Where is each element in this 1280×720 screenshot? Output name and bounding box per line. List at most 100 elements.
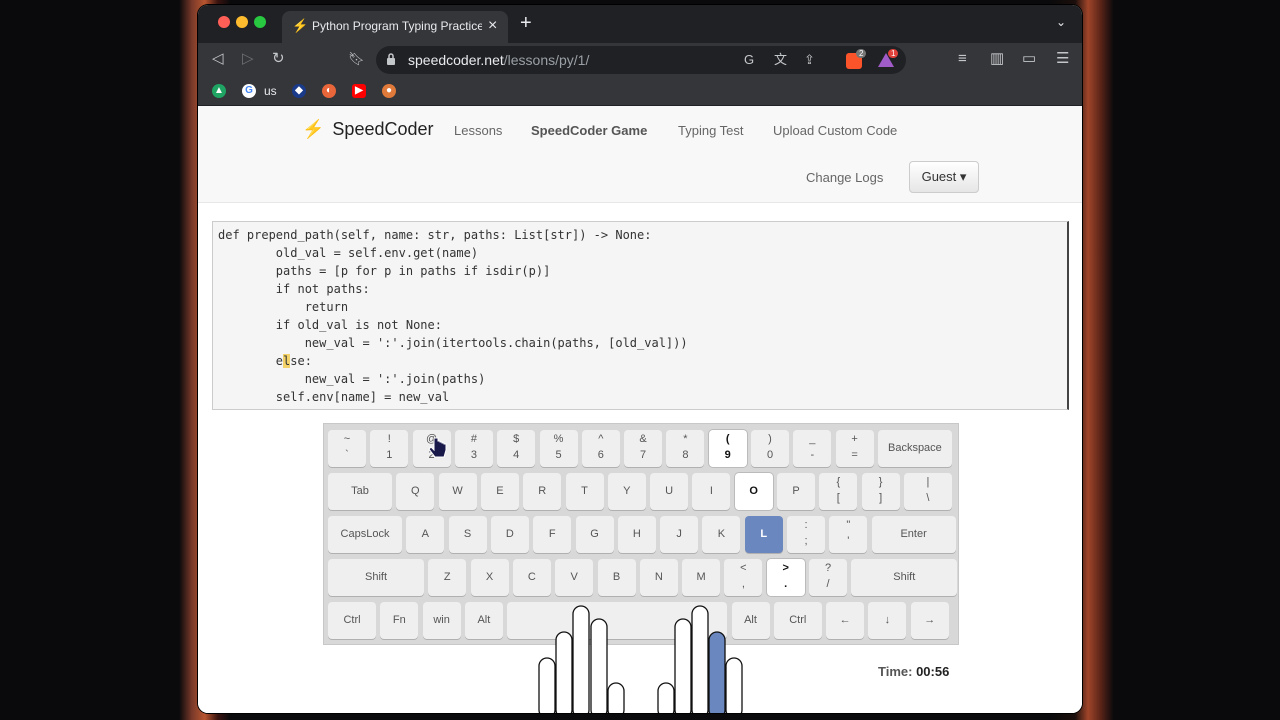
key-y[interactable]: Y bbox=[607, 473, 646, 510]
close-window-button[interactable] bbox=[218, 16, 230, 28]
key-q[interactable]: Q bbox=[396, 473, 435, 510]
code-line: def prepend_path(self, name: str, paths:… bbox=[218, 228, 652, 242]
youtube-icon[interactable]: ▶ bbox=[352, 84, 366, 98]
bookmark-icon[interactable]: 🔖︎ bbox=[348, 50, 365, 68]
blue-site-icon[interactable]: ◆ bbox=[292, 84, 306, 98]
share-icon[interactable]: ⇪ bbox=[804, 51, 815, 69]
sidebar-icon[interactable]: ▥ bbox=[990, 50, 1004, 68]
address-bar[interactable]: speedcoder.net/lessons/py/1/ G 文 ⇪ bbox=[376, 46, 906, 74]
key-ctrl[interactable]: Ctrl bbox=[773, 602, 822, 639]
key-k0[interactable]: ~ ` bbox=[328, 430, 366, 467]
key-k13[interactable]: | \ bbox=[903, 473, 952, 510]
key-shift[interactable]: Shift bbox=[328, 559, 424, 596]
maximize-window-button[interactable] bbox=[254, 16, 266, 28]
key-5[interactable]: % 5 bbox=[539, 430, 578, 467]
key-k8[interactable]: ↓ bbox=[868, 602, 907, 639]
key-backspace[interactable]: Backspace bbox=[877, 430, 952, 467]
key-h[interactable]: H bbox=[617, 516, 656, 553]
key-shift[interactable]: Shift bbox=[851, 559, 958, 596]
duckduckgo-icon[interactable]: ● bbox=[382, 84, 396, 98]
reload-icon[interactable]: ↻ bbox=[272, 50, 285, 68]
key-a[interactable]: A bbox=[406, 516, 445, 553]
key-k12[interactable]: }] bbox=[861, 473, 900, 510]
key-1[interactable]: ! 1 bbox=[370, 430, 409, 467]
nav-speedcoder-game[interactable]: SpeedCoder Game bbox=[531, 123, 647, 138]
key-space[interactable] bbox=[507, 602, 728, 639]
key-k9[interactable]: → bbox=[910, 602, 949, 639]
key-b[interactable]: B bbox=[597, 559, 636, 596]
bookmark-us[interactable]: us bbox=[264, 84, 277, 98]
key-d[interactable]: D bbox=[490, 516, 529, 553]
key-k10[interactable]: ? / bbox=[809, 559, 847, 596]
rewards-icon[interactable]: 1 bbox=[878, 49, 899, 67]
key-x[interactable]: X bbox=[470, 559, 509, 596]
key-w[interactable]: W bbox=[438, 473, 477, 510]
key-capslock[interactable]: CapsLock bbox=[328, 516, 402, 553]
key-k7[interactable]: ← bbox=[826, 602, 865, 639]
key-p[interactable]: P bbox=[777, 473, 815, 510]
key-fn[interactable]: Fn bbox=[380, 602, 419, 639]
key-alt[interactable]: Alt bbox=[464, 602, 503, 639]
close-tab-icon[interactable]: × bbox=[488, 17, 497, 35]
key-t[interactable]: T bbox=[565, 473, 604, 510]
key-8[interactable]: * 8 bbox=[666, 430, 705, 467]
key-k8[interactable]: <, bbox=[724, 559, 763, 596]
key-s[interactable]: S bbox=[448, 516, 487, 553]
key-7[interactable]: & 7 bbox=[624, 430, 663, 467]
translate-icon[interactable]: 文 bbox=[774, 51, 787, 69]
key-u[interactable]: U bbox=[650, 473, 689, 510]
guest-dropdown-button[interactable]: Guest ▾ bbox=[909, 161, 979, 193]
nav-typing-test[interactable]: Typing Test bbox=[678, 123, 744, 138]
active-tab[interactable]: ⚡ Python Program Typing Practice × bbox=[282, 11, 508, 43]
key-k9[interactable]: >. bbox=[766, 559, 805, 596]
key-k[interactable]: K bbox=[702, 516, 741, 553]
chevron-down-icon[interactable]: ⌄ bbox=[1056, 15, 1066, 29]
nav-upload-custom-code[interactable]: Upload Custom Code bbox=[773, 123, 897, 138]
playlist-icon[interactable]: ≡ bbox=[958, 50, 967, 68]
wallet-icon[interactable]: ▭ bbox=[1022, 50, 1036, 68]
key-v[interactable]: V bbox=[555, 559, 594, 596]
key-r[interactable]: R bbox=[523, 473, 562, 510]
key-k10[interactable]: :; bbox=[787, 516, 825, 553]
google-icon[interactable]: G bbox=[744, 51, 754, 69]
key-win[interactable]: win bbox=[422, 602, 461, 639]
back-icon[interactable]: ◁ bbox=[212, 50, 224, 68]
key-tab[interactable]: Tab bbox=[328, 473, 392, 510]
google-bookmark-icon[interactable]: G bbox=[242, 84, 256, 98]
key-0[interactable]: ) 0 bbox=[751, 430, 789, 467]
nav-change-logs[interactable]: Change Logs bbox=[806, 170, 883, 185]
key-ctrl[interactable]: Ctrl bbox=[328, 602, 376, 639]
key-z[interactable]: Z bbox=[428, 559, 467, 596]
key-9[interactable]: (9 bbox=[708, 430, 747, 467]
forward-icon[interactable]: ▷ bbox=[242, 50, 254, 68]
key-e[interactable]: E bbox=[480, 473, 519, 510]
code-line: new_val = ':'.join(itertools.chain(paths… bbox=[218, 336, 688, 350]
key-enter[interactable]: Enter bbox=[871, 516, 956, 553]
site-brand[interactable]: ⚡ SpeedCoder bbox=[302, 119, 434, 140]
key-i[interactable]: I bbox=[692, 473, 731, 510]
key-l[interactable]: L bbox=[744, 516, 783, 553]
key-k11[interactable]: " ' bbox=[829, 516, 868, 553]
key-4[interactable]: $4 bbox=[497, 430, 536, 467]
key-o[interactable]: O bbox=[734, 473, 773, 510]
new-tab-icon[interactable]: + bbox=[520, 12, 532, 34]
key-6[interactable]: ^ 6 bbox=[581, 430, 620, 467]
key-k12[interactable]: + = bbox=[835, 430, 874, 467]
key-f[interactable]: F bbox=[533, 516, 572, 553]
orange-site-icon[interactable]: ◐ bbox=[322, 84, 336, 98]
key-n[interactable]: N bbox=[639, 559, 678, 596]
key-alt[interactable]: Alt bbox=[731, 602, 770, 639]
minimize-window-button[interactable] bbox=[236, 16, 248, 28]
menu-icon[interactable]: ☰ bbox=[1056, 50, 1069, 68]
key-m[interactable]: M bbox=[682, 559, 721, 596]
lock-icon bbox=[387, 53, 395, 65]
key-g[interactable]: G bbox=[575, 516, 614, 553]
brave-shield-icon[interactable]: 2 bbox=[846, 49, 867, 69]
key-c[interactable]: C bbox=[512, 559, 551, 596]
key-j[interactable]: J bbox=[660, 516, 699, 553]
nav-lessons[interactable]: Lessons bbox=[454, 123, 502, 138]
key-3[interactable]: #3 bbox=[454, 430, 493, 467]
drive-icon[interactable]: ▲ bbox=[212, 84, 226, 98]
key-k11[interactable]: _ - bbox=[793, 430, 832, 467]
key-k11[interactable]: {[ bbox=[819, 473, 858, 510]
